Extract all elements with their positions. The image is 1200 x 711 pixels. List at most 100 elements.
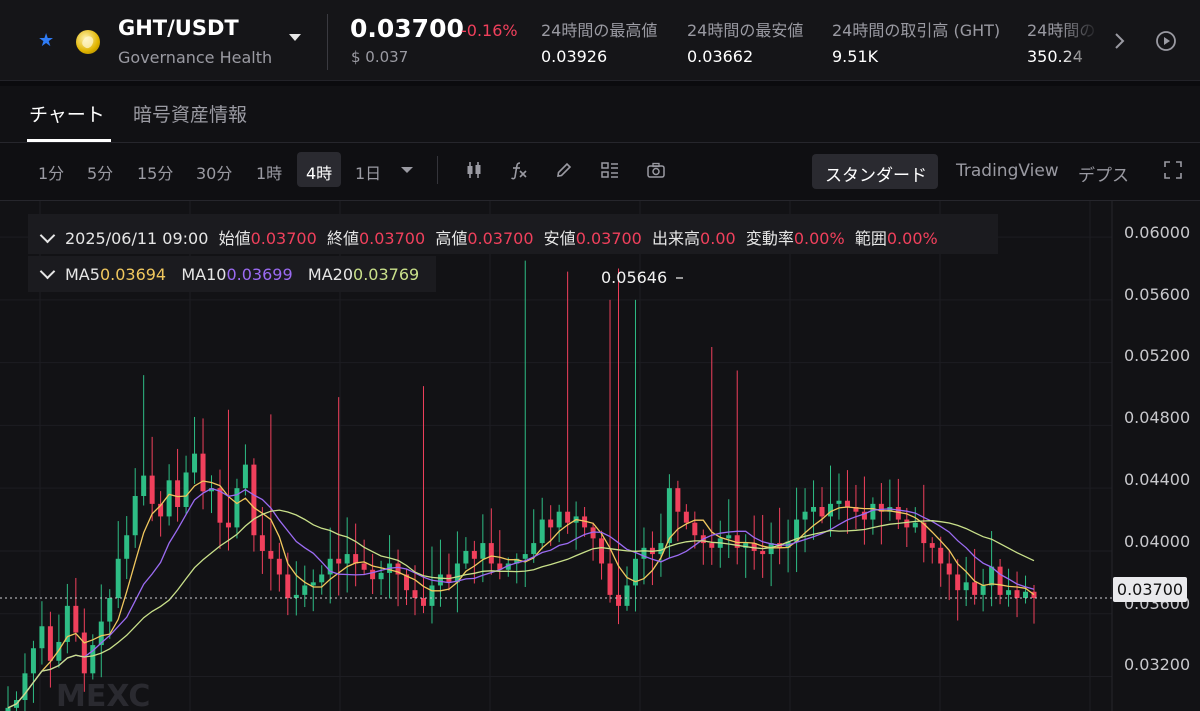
candle-body (166, 480, 172, 517)
stat-value-high: 0.03926 (541, 47, 608, 66)
tab-chart[interactable]: チャート (29, 100, 105, 127)
tab-crypto-info[interactable]: 暗号資産情報 (133, 100, 247, 127)
candle-body (480, 543, 486, 559)
timeframe-15m[interactable]: 15分 (137, 160, 173, 184)
pair-full-name: Governance Health (118, 48, 273, 67)
open-value: 0.03700 (250, 229, 317, 248)
collapse-chevron-down-icon[interactable] (39, 227, 56, 244)
draw-pencil-icon[interactable] (554, 160, 574, 180)
high-label: 高値 (435, 229, 468, 248)
candle-body (217, 488, 223, 523)
indicator-fx-icon[interactable] (508, 160, 528, 180)
candle-body (760, 550, 766, 555)
candle-body (556, 511, 562, 528)
max-price-label: 0.05646 (601, 268, 668, 287)
pair-symbol[interactable]: GHT/USDT (118, 16, 239, 40)
play-circle-icon[interactable] (1155, 30, 1177, 52)
fullscreen-icon[interactable] (1163, 160, 1183, 180)
candle-body (522, 554, 528, 559)
stat-label-high: 24時間の最高値 (541, 21, 658, 40)
layout-grid-icon[interactable] (600, 160, 620, 180)
view-tradingview[interactable]: TradingView (956, 161, 1059, 181)
candle-body (200, 453, 206, 492)
candle-body (692, 522, 698, 536)
stat-value-volume: 9.51K (832, 47, 879, 66)
candle-body (548, 519, 554, 528)
current-price-tag: 0.03700 (1113, 577, 1187, 602)
timeframe-1h[interactable]: 1時 (256, 160, 282, 184)
ma-row: MA50.03694 MA100.03699 MA200.03769 (39, 263, 419, 284)
ma20-line (7, 509, 1035, 709)
candle-body (259, 535, 265, 551)
candle-body (47, 626, 53, 661)
candle-body (302, 585, 308, 595)
candle-body (115, 558, 121, 599)
candle-body (844, 500, 850, 507)
y-tick: 0.04000 (1124, 532, 1191, 551)
candle-body (463, 550, 469, 564)
candle-body (726, 535, 732, 539)
stat-label-volume: 24時間の取引高 (GHT) (832, 21, 1001, 40)
favorite-star-icon[interactable]: ★ (38, 30, 54, 51)
candle-body (616, 594, 622, 606)
candle-body (1014, 590, 1020, 599)
range-value: 0.00% (886, 229, 938, 248)
candle-body (836, 500, 842, 504)
candle-body (709, 543, 715, 548)
candle-body (285, 574, 291, 599)
candle-body (997, 566, 1003, 595)
camera-icon[interactable] (646, 160, 666, 180)
ma20-label: MA20 (307, 265, 354, 284)
candle-body (1006, 590, 1012, 595)
low-value: 0.03700 (575, 229, 642, 248)
candle-body (124, 535, 130, 559)
candle-body (870, 503, 876, 520)
candle-body (73, 605, 79, 633)
candle-body (361, 563, 367, 570)
stat-value-low: 0.03662 (687, 47, 754, 66)
view-standard[interactable]: スタンダード (825, 161, 927, 186)
candle-body (929, 543, 935, 548)
ma10-label: MA10 (181, 265, 227, 284)
timeframe-1m[interactable]: 1分 (38, 160, 64, 184)
high-value: 0.03700 (467, 229, 534, 248)
ohlc-row: 2025/06/11 09:00 始値0.03700 終値0.03700 高値0… (39, 225, 938, 249)
view-depth[interactable]: デプス (1078, 161, 1129, 186)
usd-price: $ 0.037 (351, 48, 409, 66)
candle-body (904, 519, 910, 528)
mexc-watermark: MEXC (56, 679, 150, 711)
candle-body (225, 522, 231, 528)
y-tick: 0.05200 (1124, 346, 1191, 365)
change-value: 0.00% (793, 229, 845, 248)
timeframe-5m[interactable]: 5分 (87, 160, 113, 184)
candle-body (565, 511, 571, 523)
price-change-percent: -0.16% (461, 21, 518, 40)
timeframe-1d[interactable]: 1日 (355, 160, 381, 184)
pair-dropdown-chevron-down-icon[interactable] (289, 34, 301, 41)
candle-body (319, 574, 325, 583)
chevron-right-icon[interactable] (1108, 30, 1130, 52)
y-tick: 0.03200 (1124, 655, 1191, 674)
candle-type-icon[interactable] (464, 160, 484, 180)
candle-body (607, 563, 613, 595)
candle-body (675, 488, 681, 512)
timeframe-more-chevron-down-icon[interactable] (397, 160, 417, 180)
candle-body (811, 507, 817, 512)
candle-body (539, 519, 545, 544)
timeframe-4h[interactable]: 4時 (306, 160, 332, 184)
candle-body (251, 464, 257, 536)
candle-body (980, 585, 986, 595)
coin-logo-icon (76, 30, 100, 54)
ma5-label: MA5 (65, 265, 100, 284)
y-tick: 0.05600 (1124, 285, 1191, 304)
timeframe-30m[interactable]: 30分 (196, 160, 232, 184)
candle-body (268, 550, 274, 559)
ma-collapse-chevron-down-icon[interactable] (39, 263, 56, 280)
candle-body (827, 503, 833, 517)
candle-body (30, 648, 36, 674)
candle-body (81, 632, 87, 674)
ohlc-datetime: 2025/06/11 09:00 (65, 229, 209, 248)
volume-label: 出来高 (652, 229, 701, 248)
candle-body (378, 572, 384, 580)
candle-body (624, 585, 630, 606)
